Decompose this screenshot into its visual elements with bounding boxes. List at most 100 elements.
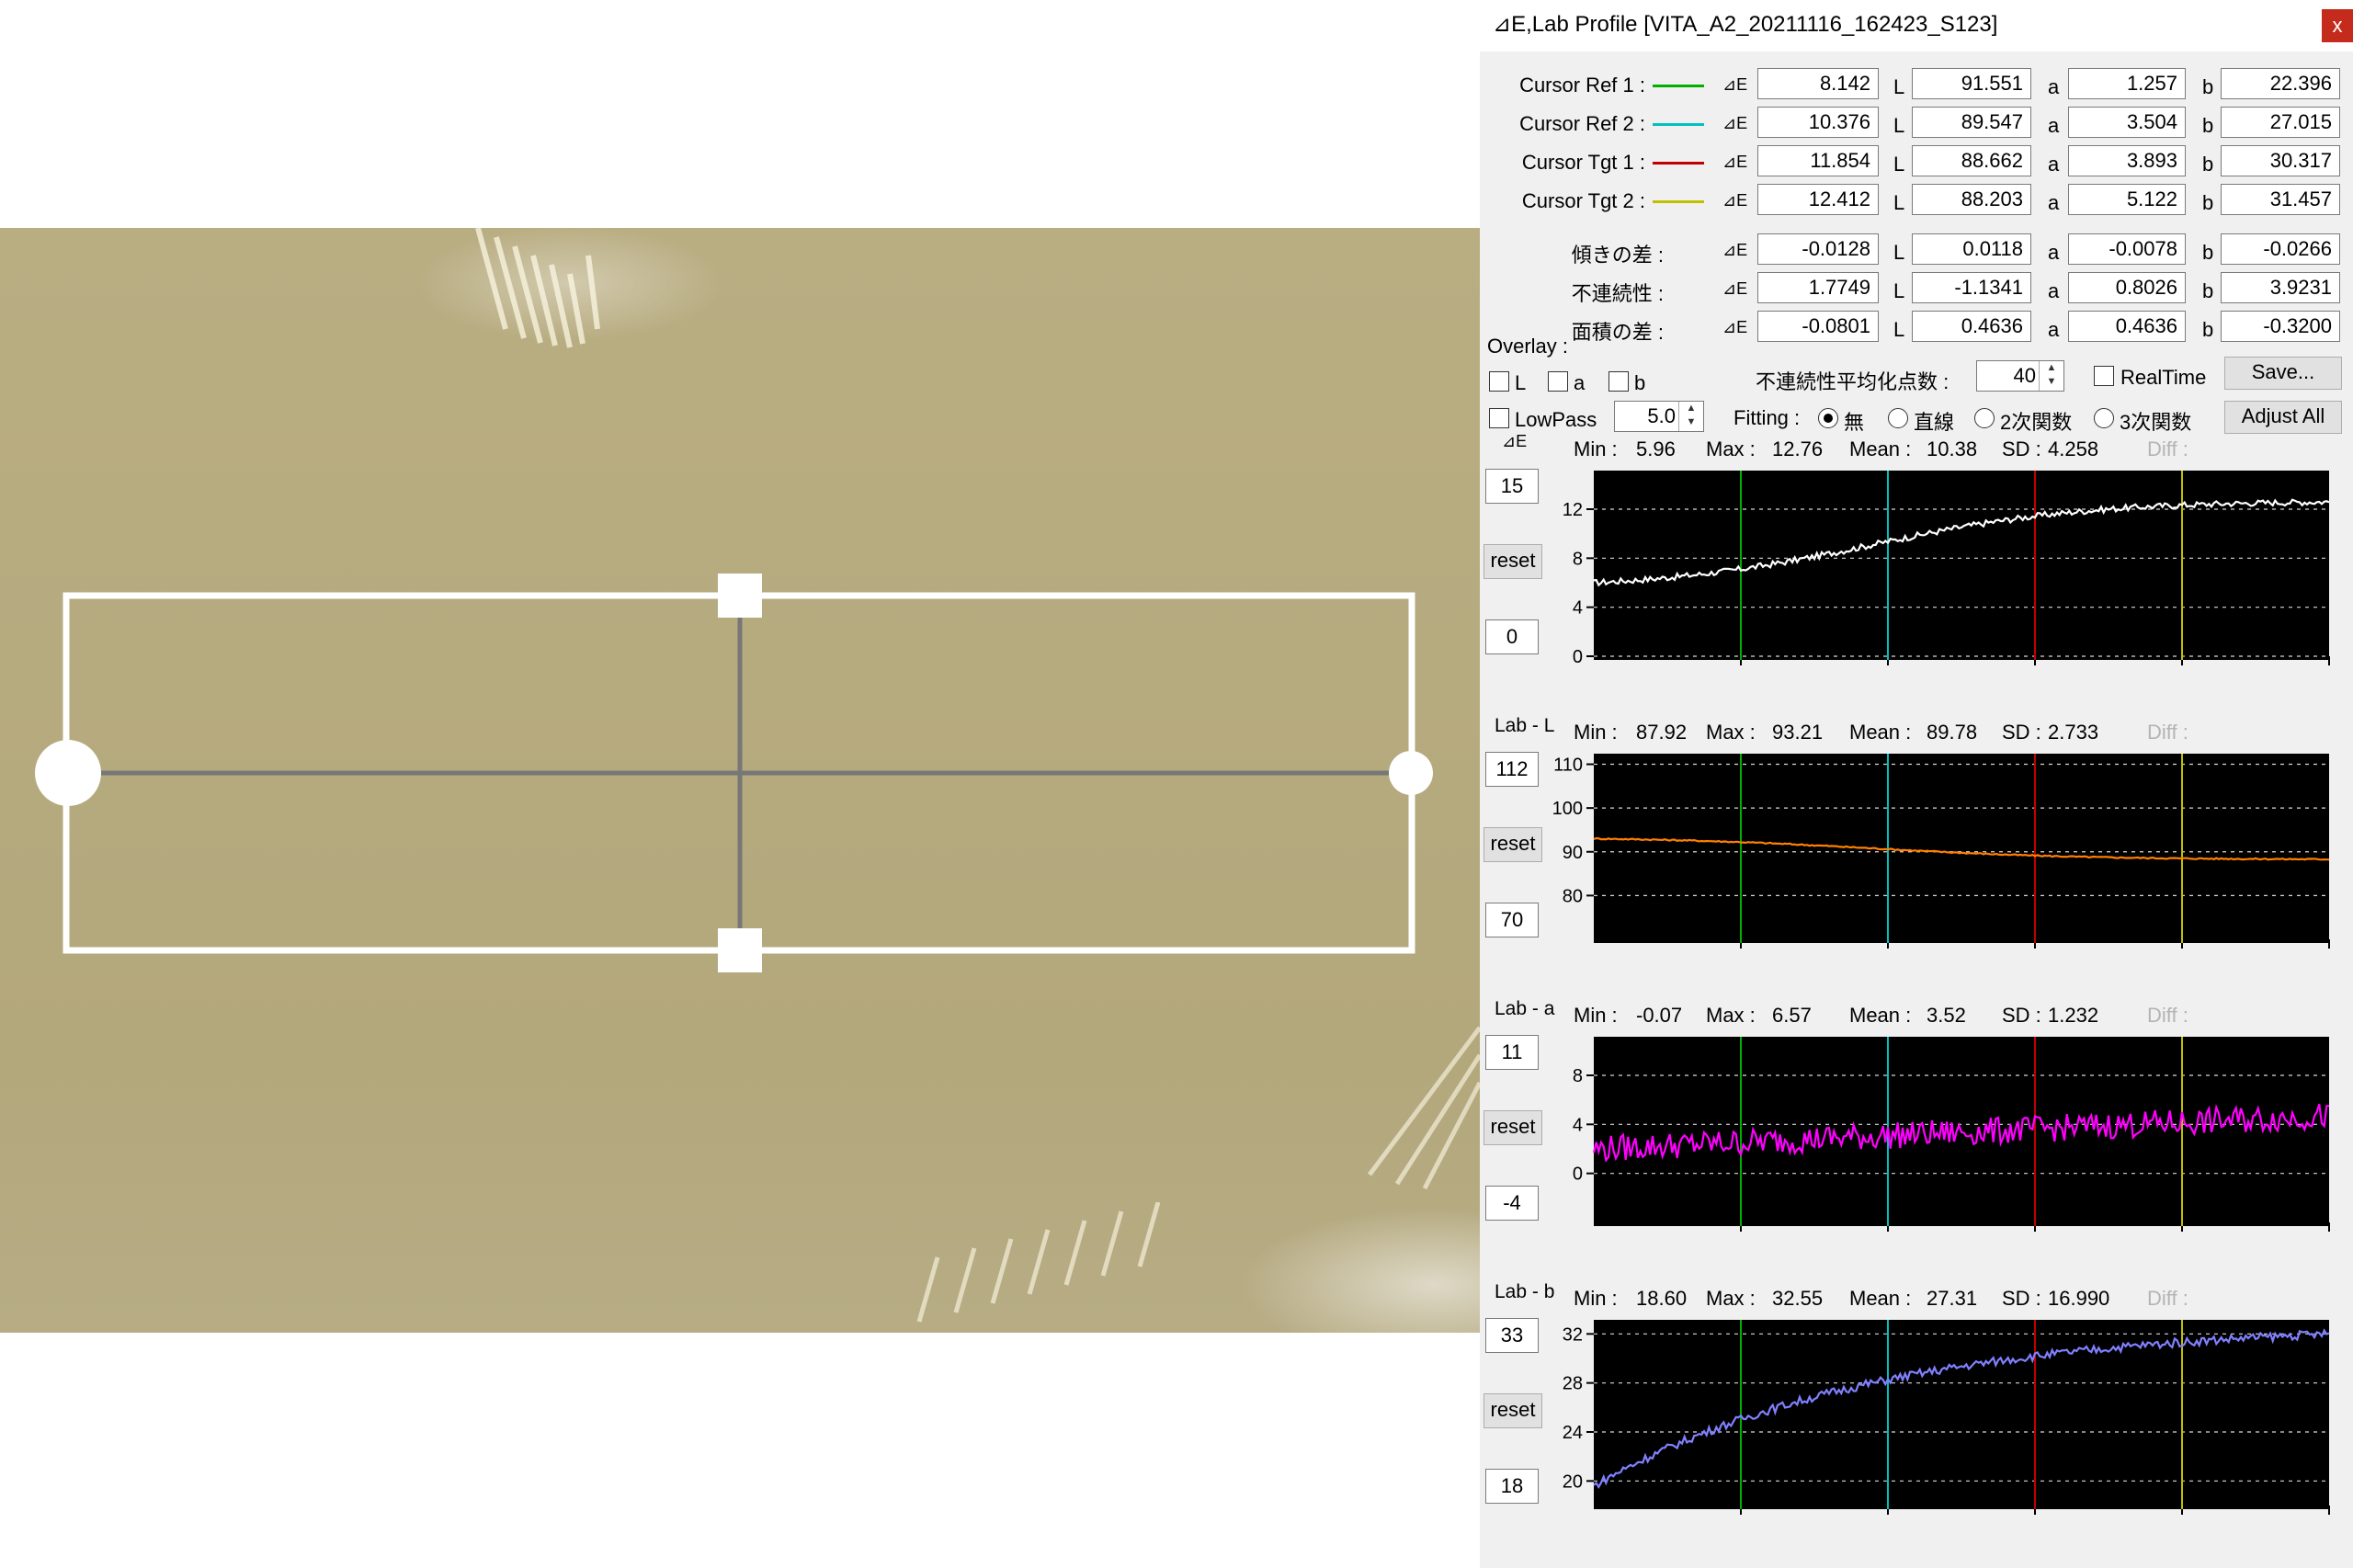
column-label-b: b <box>2202 279 2214 302</box>
value-field-a[interactable]: 3.893 <box>2068 145 2186 176</box>
value-field-de[interactable]: 12.412 <box>1757 184 1879 215</box>
roi-bottom-handle <box>718 928 762 972</box>
column-label-a: a <box>2048 241 2060 264</box>
value-field-b[interactable]: 30.317 <box>2221 145 2340 176</box>
column-label-de: ⊿E <box>1722 191 1748 210</box>
column-label-a: a <box>2048 153 2060 176</box>
averaging-points-value: 40 <box>2013 364 2036 387</box>
y-tick-label: 8 <box>1573 1066 1583 1086</box>
value-field-a[interactable]: -0.0078 <box>2068 233 2186 265</box>
value-field-l[interactable]: 89.547 <box>1912 107 2031 138</box>
column-label-l: L <box>1893 191 1905 214</box>
x-start-label: Start <box>1581 957 1620 958</box>
value-field-l[interactable]: 88.662 <box>1912 145 2031 176</box>
profile-chart-3[interactable]: 0 4 8 Start End <box>1480 993 2353 1241</box>
column-label-b: b <box>2202 318 2214 341</box>
value-field-l[interactable]: 0.4636 <box>1912 311 2031 342</box>
x-end-label: End <box>2298 674 2331 675</box>
column-label-a: a <box>2048 114 2060 137</box>
value-field-a[interactable]: 0.4636 <box>2068 311 2186 342</box>
fitting-cubic-radio[interactable] <box>2094 408 2114 428</box>
column-label-l: L <box>1893 279 1905 302</box>
profile-roi-overlay <box>35 574 1433 972</box>
diff-row-label: 不連続性 : <box>1571 282 1664 305</box>
value-field-b[interactable]: 31.457 <box>2221 184 2340 215</box>
value-field-de[interactable]: 10.376 <box>1757 107 1879 138</box>
value-field-b[interactable]: 27.015 <box>2221 107 2340 138</box>
title-bar: ⊿E,Lab Profile [VITA_A2_20211116_162423_… <box>1480 0 2353 51</box>
column-label-de: ⊿E <box>1722 318 1748 336</box>
overlay-l-label: L <box>1515 371 1527 394</box>
value-field-de[interactable]: 8.142 <box>1757 68 1879 99</box>
fitting-none-radio[interactable] <box>1818 408 1838 428</box>
y-tick-label: 100 <box>1552 799 1583 819</box>
overlay-l-checkbox[interactable] <box>1489 371 1509 392</box>
x-start-label: Start <box>1581 674 1620 675</box>
value-field-b[interactable]: 22.396 <box>2221 68 2340 99</box>
value-field-b[interactable]: -0.3200 <box>2221 311 2340 342</box>
y-tick-label: 0 <box>1573 647 1583 667</box>
value-field-a[interactable]: 0.8026 <box>2068 272 2186 303</box>
value-field-l[interactable]: 91.551 <box>1912 68 2031 99</box>
overlay-b-checkbox[interactable] <box>1608 371 1629 392</box>
cursor-color-swatch <box>1653 162 1704 165</box>
value-field-de[interactable]: -0.0801 <box>1757 311 1879 342</box>
x-end-label: End <box>2298 1523 2331 1524</box>
image-view[interactable] <box>0 228 1480 1333</box>
realtime-checkbox[interactable] <box>2094 366 2114 386</box>
column-label-l: L <box>1893 153 1905 176</box>
save-button[interactable]: Save... <box>2224 357 2342 390</box>
column-label-a: a <box>2048 279 2060 302</box>
cursor-color-swatch <box>1653 85 1704 87</box>
column-label-de: ⊿E <box>1722 114 1748 132</box>
lab-profile-panel: ⊿E,Lab Profile [VITA_A2_20211116_162423_… <box>1480 0 2353 1568</box>
profile-chart-4[interactable]: 20 24 28 32 Start End <box>1480 1276 2353 1524</box>
column-label-b: b <box>2202 153 2214 176</box>
column-label-a: a <box>2048 75 2060 98</box>
value-field-a[interactable]: 5.122 <box>2068 184 2186 215</box>
lowpass-checkbox[interactable] <box>1489 408 1509 428</box>
y-tick-label: 20 <box>1563 1471 1583 1492</box>
roi-end-handle <box>1389 751 1433 795</box>
cursor-row-label: Cursor Tgt 2 : <box>1521 189 1645 212</box>
overlay-a-checkbox[interactable] <box>1548 371 1568 392</box>
column-label-l: L <box>1893 114 1905 137</box>
realtime-label: RealTime <box>2120 366 2207 389</box>
value-field-de[interactable]: 11.854 <box>1757 145 1879 176</box>
spinner-arrows-icon[interactable]: ▲ ▼ <box>2039 361 2063 391</box>
value-field-de[interactable]: -0.0128 <box>1757 233 1879 265</box>
column-label-b: b <box>2202 241 2214 264</box>
y-tick-label: 0 <box>1573 1165 1583 1185</box>
value-field-l[interactable]: -1.1341 <box>1912 272 2031 303</box>
column-label-l: L <box>1893 75 1905 98</box>
roi-top-handle <box>718 574 762 618</box>
cursor-row-label: Cursor Ref 1 : <box>1519 74 1645 97</box>
value-field-l[interactable]: 88.203 <box>1912 184 2031 215</box>
fitting-linear-radio[interactable] <box>1888 408 1908 428</box>
cursor-row-label: Cursor Tgt 1 : <box>1521 151 1645 174</box>
cursor-row-label: Cursor Ref 2 : <box>1519 112 1645 135</box>
y-tick-label: 80 <box>1563 886 1583 906</box>
column-label-b: b <box>2202 191 2214 214</box>
close-button[interactable]: x <box>2322 9 2353 42</box>
profile-chart-2[interactable]: 80 90 100 110 Start End <box>1480 710 2353 958</box>
averaging-points-label: 不連続性平均化点数 : <box>1756 370 1949 393</box>
y-tick-label: 32 <box>1563 1324 1583 1345</box>
value-field-l[interactable]: 0.0118 <box>1912 233 2031 265</box>
value-field-b[interactable]: -0.0266 <box>2221 233 2340 265</box>
column-label-de: ⊿E <box>1722 153 1748 171</box>
value-field-a[interactable]: 3.504 <box>2068 107 2186 138</box>
averaging-points-spinner[interactable]: 40 ▲ ▼ <box>1976 360 2064 392</box>
overlay-b-label: b <box>1634 371 1646 394</box>
profile-chart-1[interactable]: 0 4 8 12 Start End <box>1480 426 2353 675</box>
window-title: ⊿E,Lab Profile [VITA_A2_20211116_162423_… <box>1493 12 1998 37</box>
column-label-de: ⊿E <box>1722 279 1748 298</box>
x-start-label: Start <box>1581 1240 1620 1241</box>
plot-background <box>1594 754 2329 943</box>
value-field-b[interactable]: 3.9231 <box>2221 272 2340 303</box>
y-tick-label: 12 <box>1563 500 1583 520</box>
y-tick-label: 90 <box>1563 843 1583 863</box>
value-field-de[interactable]: 1.7749 <box>1757 272 1879 303</box>
value-field-a[interactable]: 1.257 <box>2068 68 2186 99</box>
fitting-quadratic-radio[interactable] <box>1974 408 1995 428</box>
